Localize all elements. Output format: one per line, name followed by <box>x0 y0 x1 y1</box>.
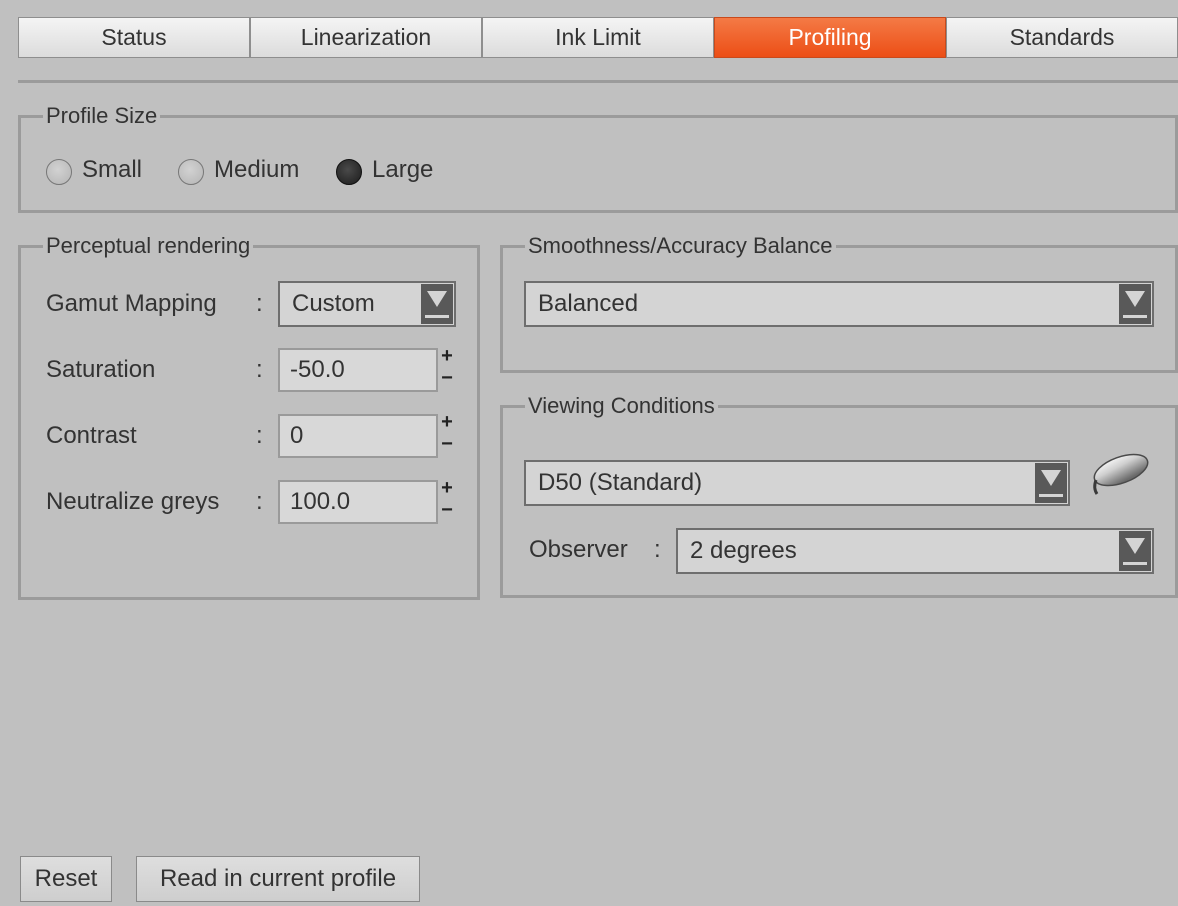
observer-value: 2 degrees <box>690 537 797 564</box>
perceptual-rendering-title: Perceptual rendering <box>46 233 251 258</box>
contrast-spinbox[interactable]: + − <box>278 412 456 458</box>
viewing-conditions-title: Viewing Conditions <box>528 393 715 418</box>
contrast-sep: : <box>256 422 263 449</box>
tab-status[interactable]: Status <box>18 17 250 58</box>
neutralize-greys-sep: : <box>256 488 263 515</box>
gamut-mapping-select[interactable]: Custom <box>278 281 456 327</box>
illuminant-select[interactable]: D50 (Standard) <box>524 460 1070 506</box>
gamut-mapping-sep: : <box>256 290 263 317</box>
dropdown-arrow-icon[interactable] <box>1119 284 1151 324</box>
neutralize-greys-decrement-icon[interactable]: − <box>438 500 456 522</box>
saturation-sep: : <box>256 356 263 383</box>
tab-standards[interactable]: Standards <box>946 17 1178 58</box>
contrast-decrement-icon[interactable]: − <box>438 434 456 456</box>
reset-button[interactable]: Reset <box>20 856 112 902</box>
dropdown-arrow-icon[interactable] <box>1119 531 1151 571</box>
saturation-spinbox[interactable]: + − <box>278 346 456 392</box>
illuminant-value: D50 (Standard) <box>538 469 703 496</box>
tab-ink-limit[interactable]: Ink Limit <box>482 17 714 58</box>
gamut-mapping-value: Custom <box>292 290 375 317</box>
tab-profiling[interactable]: Profiling <box>714 17 946 58</box>
radio-small-label[interactable]: Small <box>82 156 142 184</box>
radio-medium[interactable] <box>178 159 204 185</box>
neutralize-greys-field[interactable] <box>278 480 438 524</box>
profiling-panel: Status Linearization Ink Limit Profiling… <box>0 0 1178 906</box>
contrast-increment-icon[interactable]: + <box>438 412 456 434</box>
profile-size-title: Profile Size <box>46 103 158 128</box>
saturation-decrement-icon[interactable]: − <box>438 368 456 390</box>
observer-label: Observer <box>529 536 628 563</box>
smoothness-accuracy-title: Smoothness/Accuracy Balance <box>528 233 833 258</box>
radio-large[interactable] <box>336 159 362 185</box>
observer-sep: : <box>654 536 661 563</box>
contrast-label: Contrast <box>46 422 137 449</box>
saturation-increment-icon[interactable]: + <box>438 346 456 368</box>
observer-select[interactable]: 2 degrees <box>676 528 1154 574</box>
dropdown-arrow-icon[interactable] <box>1035 463 1067 503</box>
smoothness-value: Balanced <box>538 290 639 317</box>
radio-small[interactable] <box>46 159 72 185</box>
contrast-input[interactable] <box>290 416 430 456</box>
radio-large-label[interactable]: Large <box>372 156 433 184</box>
neutralize-greys-input[interactable] <box>290 482 430 522</box>
tab-divider <box>18 80 1178 83</box>
measurement-device-icon[interactable] <box>1088 450 1150 498</box>
gamut-mapping-label: Gamut Mapping <box>46 290 217 317</box>
smoothness-select[interactable]: Balanced <box>524 281 1154 327</box>
radio-medium-label[interactable]: Medium <box>214 156 299 184</box>
neutralize-greys-label: Neutralize greys <box>46 488 220 515</box>
read-current-profile-button[interactable]: Read in current profile <box>136 856 420 902</box>
saturation-input[interactable] <box>290 350 430 390</box>
saturation-label: Saturation <box>46 356 156 383</box>
dropdown-arrow-icon[interactable] <box>421 284 453 324</box>
neutralize-greys-spinbox[interactable]: + − <box>278 478 456 524</box>
contrast-field[interactable] <box>278 414 438 458</box>
neutralize-greys-increment-icon[interactable]: + <box>438 478 456 500</box>
tab-linearization[interactable]: Linearization <box>250 17 482 58</box>
saturation-field[interactable] <box>278 348 438 392</box>
